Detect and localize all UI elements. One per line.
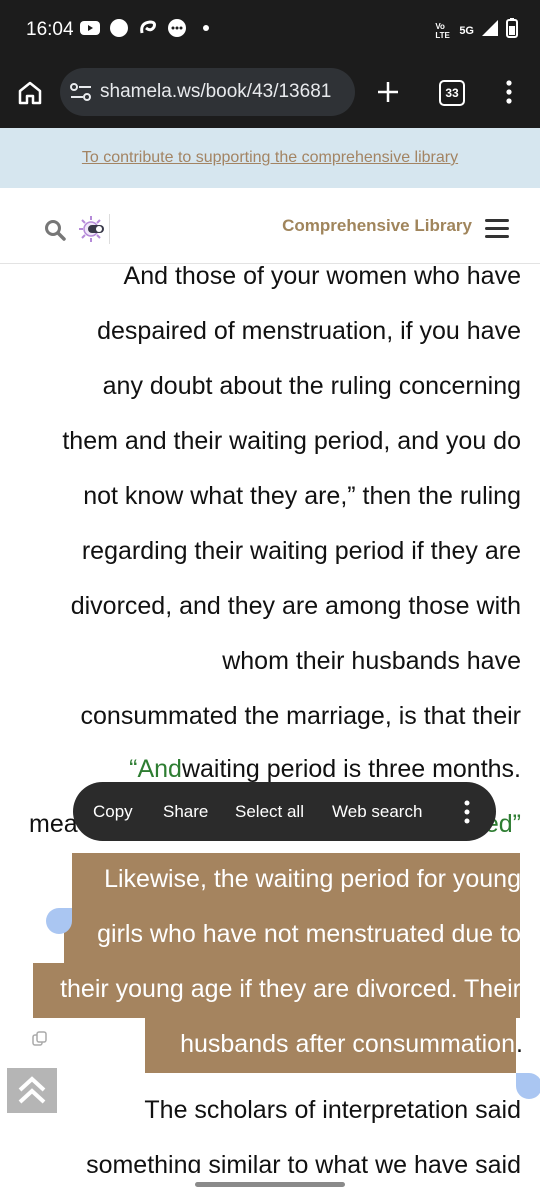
text-line: “Andwaiting period is three months.: [129, 754, 521, 784]
text-line: despaired of menstruation, if you have: [97, 317, 521, 345]
messenger-icon: [167, 18, 187, 38]
text-line: any doubt about the ruling concerning: [102, 372, 521, 400]
volte-indicator: Vo LTE: [435, 21, 450, 40]
selection-start-handle[interactable]: [46, 908, 72, 934]
text-selection-menu: Copy Share Select all Web search: [73, 782, 496, 841]
more-menu-icon[interactable]: [464, 800, 470, 829]
battery-icon: [506, 18, 518, 43]
select-all-button[interactable]: Select all: [235, 802, 304, 822]
scroll-to-top-button[interactable]: [7, 1068, 57, 1113]
swirl-icon: [138, 18, 158, 38]
contribute-link[interactable]: To contribute to supporting the comprehe…: [0, 149, 540, 167]
text-line: regarding their waiting period if they a…: [81, 537, 521, 565]
copy-button[interactable]: Copy: [93, 802, 133, 822]
selected-text-line[interactable]: girls who have not menstruated due to: [97, 919, 521, 949]
text-segment: .: [516, 1030, 523, 1058]
selected-text-line[interactable]: Likewise, the waiting period for young: [104, 864, 521, 894]
web-search-button[interactable]: Web search: [332, 802, 422, 822]
network-type: 5G: [459, 24, 474, 37]
selection-end-handle[interactable]: [516, 1073, 540, 1099]
article-body: And those of your women who have despair…: [0, 263, 540, 1173]
dot-icon: [196, 18, 216, 38]
text-line: something similar to what we have said: [86, 1151, 521, 1173]
text-line: And those of your women who have: [123, 263, 521, 290]
text-line: whom their husbands have: [222, 647, 521, 675]
text-line: not know what they are,” then the ruling: [83, 482, 521, 510]
tab-switcher-button[interactable]: 33: [439, 80, 465, 106]
home-icon[interactable]: [17, 80, 43, 111]
status-time: 16:04: [26, 19, 74, 40]
gesture-handle[interactable]: [195, 1182, 345, 1187]
site-title[interactable]: Comprehensive Library: [282, 216, 472, 236]
partial-text-left: mea: [29, 810, 78, 838]
address-bar[interactable]: shamela.ws/book/43/13681: [60, 68, 355, 116]
site-settings-icon[interactable]: [70, 83, 92, 106]
new-tab-icon[interactable]: [376, 80, 400, 109]
double-chevron-up-icon: [17, 1074, 47, 1111]
youtube-icon: [80, 18, 100, 38]
contribute-banner: To contribute to supporting the comprehe…: [0, 128, 540, 189]
status-bar: 16:04 Vo LTE 5G: [0, 0, 540, 58]
search-icon[interactable]: [44, 219, 66, 246]
quote-text: “And: [129, 755, 182, 783]
menu-icon[interactable]: [485, 219, 509, 238]
text-segment: waiting period is three months.: [181, 755, 521, 783]
notification-icons: [80, 18, 216, 38]
text-line: divorced, and they are among those with: [70, 592, 521, 620]
text-line: consummated the marriage, is that their: [80, 702, 521, 730]
circle-icon: [109, 18, 129, 38]
url-text[interactable]: shamela.ws/book/43/13681: [100, 81, 331, 103]
site-header: Comprehensive Library: [0, 188, 540, 264]
share-button[interactable]: Share: [163, 802, 208, 822]
copy-small-icon[interactable]: [32, 1031, 48, 1052]
system-indicators: Vo LTE 5G: [435, 18, 518, 43]
selected-text-line[interactable]: husbands after consummation: [180, 1029, 515, 1059]
more-options-icon[interactable]: [506, 80, 512, 109]
text-line: them and their waiting period, and you d…: [62, 427, 521, 455]
theme-toggle-icon[interactable]: [77, 214, 110, 244]
selected-text-line[interactable]: their young age if they are divorced. Th…: [60, 974, 521, 1004]
browser-toolbar: shamela.ws/book/43/13681 33: [0, 58, 540, 128]
signal-icon: [482, 20, 498, 41]
text-line: The scholars of interpretation said: [144, 1096, 521, 1124]
